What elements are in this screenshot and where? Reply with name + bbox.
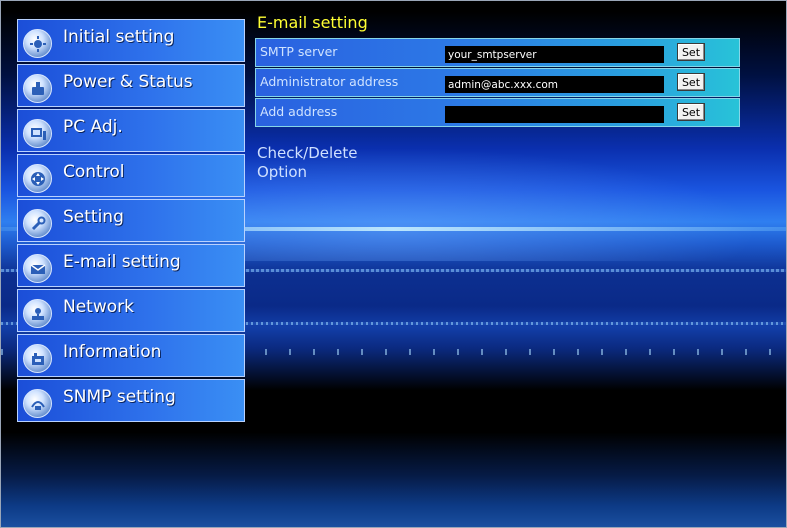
sidebar-item-snmp-setting[interactable]: SNMP setting (17, 379, 245, 422)
email-icon (23, 254, 52, 283)
smtp-server-label: SMTP server (260, 44, 338, 59)
administrator-address-input[interactable] (445, 76, 664, 93)
sidebar-item-label: Power & Status (63, 72, 193, 92)
app-frame: Initial setting Power & Status PC Adj. C… (0, 0, 787, 528)
power-status-icon (23, 74, 52, 103)
smtp-server-row: SMTP server Set (255, 38, 740, 67)
sidebar-item-setting[interactable]: Setting (17, 199, 245, 242)
sidebar-item-label: SNMP setting (63, 387, 176, 407)
information-icon (23, 344, 52, 373)
sidebar-item-label: Control (63, 162, 125, 182)
administrator-address-row: Administrator address Set (255, 68, 740, 97)
sidebar-item-label: Information (63, 342, 162, 362)
initial-setting-icon (23, 29, 52, 58)
page-title: E-mail setting (257, 13, 368, 32)
add-address-row: Add address Set (255, 98, 740, 127)
add-address-input[interactable] (445, 106, 664, 123)
sidebar-item-label: Initial setting (63, 27, 175, 47)
add-address-label: Add address (260, 104, 338, 119)
sidebar-item-initial-setting[interactable]: Initial setting (17, 19, 245, 62)
snmp-icon (23, 389, 52, 418)
check-delete-link[interactable]: Check/Delete (257, 144, 357, 162)
sidebar-item-information[interactable]: Information (17, 334, 245, 377)
smtp-server-input[interactable] (445, 46, 664, 63)
administrator-address-set-button[interactable]: Set (677, 73, 705, 91)
sidebar-item-email-setting[interactable]: E-mail setting (17, 244, 245, 287)
sidebar-item-control[interactable]: Control (17, 154, 245, 197)
email-settings-form: SMTP server Set Administrator address Se… (255, 38, 740, 128)
setting-icon (23, 209, 52, 238)
control-icon (23, 164, 52, 193)
sidebar-item-label: E-mail setting (63, 252, 181, 272)
smtp-server-set-button[interactable]: Set (677, 43, 705, 61)
network-icon (23, 299, 52, 328)
sidebar-item-label: PC Adj. (63, 117, 123, 137)
sidebar-nav: Initial setting Power & Status PC Adj. C… (17, 19, 245, 424)
add-address-set-button[interactable]: Set (677, 103, 705, 121)
sidebar-item-label: Network (63, 297, 134, 317)
sidebar-item-network[interactable]: Network (17, 289, 245, 332)
pc-adj-icon (23, 119, 52, 148)
sidebar-item-power-status[interactable]: Power & Status (17, 64, 245, 107)
administrator-address-label: Administrator address (260, 74, 399, 89)
option-link[interactable]: Option (257, 163, 307, 181)
sidebar-item-label: Setting (63, 207, 124, 227)
sidebar-item-pc-adj[interactable]: PC Adj. (17, 109, 245, 152)
